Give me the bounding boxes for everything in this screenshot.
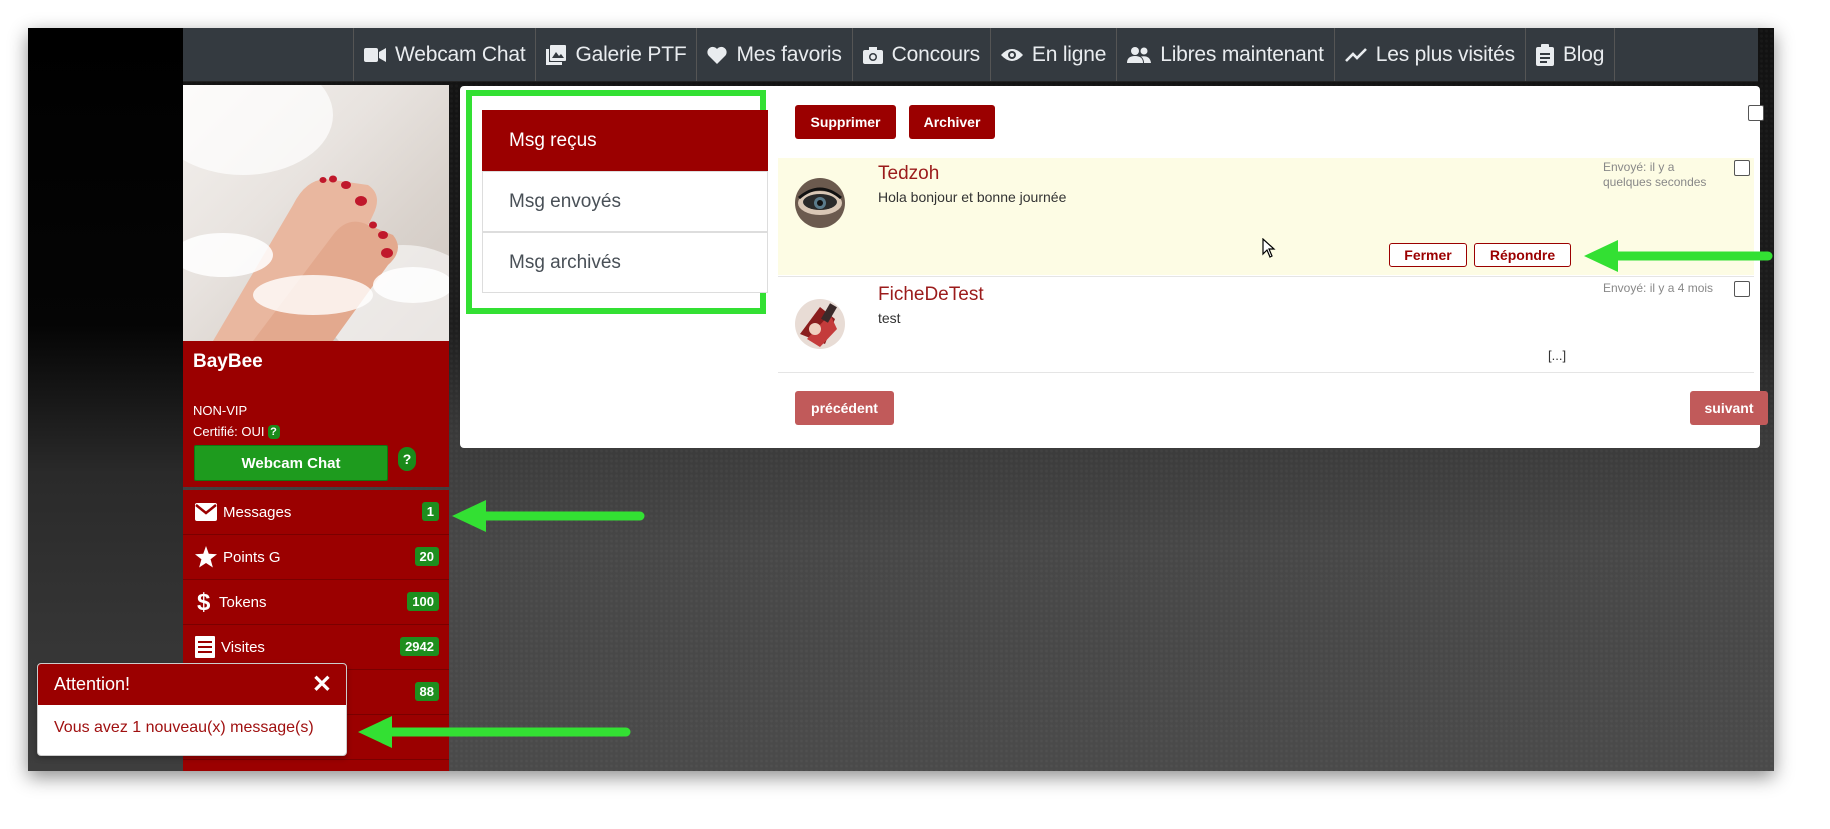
star-icon — [195, 546, 217, 568]
svg-text:$: $ — [197, 590, 211, 614]
profile-photo[interactable] — [183, 85, 449, 341]
nav-label: Blog — [1562, 42, 1605, 66]
top-navbar: Webcam Chat Galerie PTF Mes favoris Conc… — [183, 28, 1758, 82]
sender-avatar[interactable] — [795, 299, 845, 349]
sender-name[interactable]: Tedzoh — [878, 163, 939, 185]
delete-button[interactable]: Supprimer — [795, 105, 896, 139]
previous-page-button[interactable]: précédent — [795, 391, 894, 425]
read-more-link[interactable]: [...] — [1548, 348, 1566, 363]
next-page-button[interactable]: suivant — [1690, 391, 1768, 425]
nav-label: En ligne — [1031, 42, 1107, 66]
dollar-icon: $ — [197, 590, 211, 614]
webcam-help-icon[interactable]: ? — [398, 447, 416, 471]
profile-photo-illustration — [183, 85, 449, 341]
folder-archived[interactable]: Msg archivés — [482, 232, 768, 293]
annotation-arrow-messages — [452, 500, 645, 532]
webcam-chat-button[interactable]: Webcam Chat — [194, 445, 388, 481]
message-preview[interactable]: test — [878, 310, 901, 326]
certified-help-icon[interactable]: ? — [267, 424, 280, 439]
sidebar-item-points-g[interactable]: Points G 20 — [183, 535, 449, 580]
sent-time: Envoyé: il y a quelques secondes — [1603, 160, 1707, 189]
tokens-count-badge: 100 — [407, 592, 439, 611]
toast-header: Attention! ✕ — [38, 664, 346, 705]
hidden-count-badge: 88 — [414, 682, 439, 701]
message-folders: Msg reçus Msg envoyés Msg archivés — [466, 90, 768, 314]
select-all-checkbox[interactable] — [1748, 105, 1764, 121]
visits-count-badge: 2942 — [400, 637, 439, 656]
profile-username[interactable]: BayBee — [193, 351, 263, 373]
trending-icon — [1344, 47, 1367, 62]
points-count-badge: 20 — [414, 547, 439, 566]
nav-label: Mes favoris — [736, 42, 842, 66]
heart-icon — [707, 46, 728, 64]
nav-libres-maintenant[interactable]: Libres maintenant — [1116, 28, 1334, 81]
toast-message[interactable]: Vous avez 1 nouveau(x) message(s) — [38, 705, 346, 751]
nav-mes-favoris[interactable]: Mes favoris — [696, 28, 851, 81]
camera-icon — [862, 46, 883, 64]
avatar-eye-image — [795, 178, 845, 228]
messages-count-badge: 1 — [421, 502, 439, 521]
nav-webcam-chat[interactable]: Webcam Chat — [353, 28, 535, 81]
nav-label: Concours — [891, 42, 980, 66]
nav-blog[interactable]: Blog — [1524, 28, 1616, 81]
vip-status: NON-VIP — [193, 403, 248, 418]
message-preview[interactable]: Hola bonjour et bonne journée — [878, 189, 1066, 205]
certified-label: Certifié: OUI — [193, 424, 265, 439]
eye-icon — [1000, 48, 1023, 61]
mouse-cursor-icon — [1262, 238, 1276, 258]
profile-info: BayBee NON-VIP Certifié: OUI ? Webcam Ch… — [183, 341, 449, 487]
avatar-image — [795, 299, 845, 349]
sidebar-item-label: Visites — [221, 638, 265, 656]
certified-status: Certifié: OUI ? — [193, 424, 280, 439]
messages-panel: Msg reçus Msg envoyés Msg archivés Suppr… — [460, 86, 1768, 448]
photo-gallery-icon — [546, 44, 567, 65]
video-camera-icon — [364, 47, 386, 62]
nav-label: Les plus visités — [1375, 42, 1515, 66]
close-icon[interactable]: ✕ — [312, 670, 332, 699]
people-icon — [1127, 46, 1152, 63]
message-checkbox[interactable] — [1734, 160, 1750, 176]
toast-title: Attention! — [54, 674, 131, 694]
background-left — [28, 28, 183, 771]
message-checkbox[interactable] — [1734, 281, 1750, 297]
folder-received[interactable]: Msg reçus — [482, 110, 768, 171]
nav-galerie-ptf[interactable]: Galerie PTF — [535, 28, 696, 81]
message-row[interactable]: FicheDeTest test Envoyé: il y a 4 mois [… — [778, 276, 1754, 373]
sidebar-item-label: Messages — [223, 503, 292, 521]
close-message-button[interactable]: Fermer — [1389, 243, 1467, 267]
annotation-arrow-toast — [358, 716, 631, 748]
clipboard-icon — [1535, 43, 1554, 66]
sidebar-item-hidden-3[interactable] — [183, 760, 449, 771]
reply-button[interactable]: Répondre — [1474, 243, 1571, 267]
sidebar-item-messages[interactable]: Messages 1 — [183, 490, 449, 535]
annotation-arrow-reply — [1584, 240, 1773, 272]
nav-items: Webcam Chat Galerie PTF Mes favoris Conc… — [353, 28, 1616, 81]
sender-avatar[interactable] — [795, 178, 845, 228]
sender-name[interactable]: FicheDeTest — [878, 284, 984, 306]
notification-toast: Attention! ✕ Vous avez 1 nouveau(x) mess… — [37, 663, 347, 756]
browser-viewport: Webcam Chat Galerie PTF Mes favoris Conc… — [28, 28, 1774, 771]
folder-sent[interactable]: Msg envoyés — [482, 171, 768, 232]
nav-les-plus-visites[interactable]: Les plus visités — [1333, 28, 1525, 81]
nav-label: Libres maintenant — [1160, 42, 1324, 66]
sidebar-item-label: Tokens — [219, 593, 267, 611]
sidebar-item-tokens[interactable]: $ Tokens 100 — [183, 580, 449, 625]
archive-button[interactable]: Archiver — [909, 105, 995, 139]
nav-concours[interactable]: Concours — [851, 28, 990, 81]
envelope-icon — [195, 503, 217, 521]
nav-en-ligne[interactable]: En ligne — [989, 28, 1116, 81]
sidebar-item-label: Points G — [223, 548, 281, 566]
list-icon — [195, 636, 215, 658]
nav-label: Webcam Chat — [395, 42, 526, 66]
sent-time: Envoyé: il y a 4 mois — [1603, 281, 1714, 295]
nav-label: Galerie PTF — [575, 42, 687, 66]
